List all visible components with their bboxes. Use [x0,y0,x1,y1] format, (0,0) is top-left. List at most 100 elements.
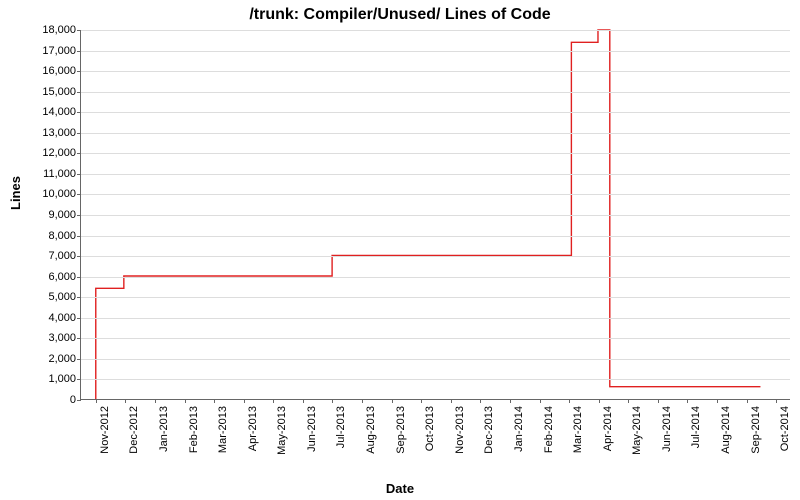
x-tick-mark [480,399,481,403]
x-tick-label: Jan-2014 [513,406,525,452]
x-tick-label: May-2013 [276,406,288,455]
y-gridline [81,112,790,113]
y-tick-mark [77,318,81,319]
y-gridline [81,338,790,339]
x-tick-mark [687,399,688,403]
x-tick-label: Jun-2014 [661,406,673,452]
x-tick-label: Feb-2013 [188,406,200,453]
y-tick-label: 1,000 [26,373,76,385]
x-tick-mark [451,399,452,403]
y-tick-label: 0 [26,394,76,406]
x-tick-label: Mar-2013 [217,406,229,453]
y-gridline [81,51,790,52]
x-tick-mark [273,399,274,403]
y-gridline [81,318,790,319]
y-tick-mark [77,400,81,401]
y-tick-mark [77,297,81,298]
x-tick-label: Jun-2013 [306,406,318,452]
y-tick-label: 17,000 [26,45,76,57]
y-tick-mark [77,153,81,154]
y-tick-mark [77,277,81,278]
y-gridline [81,359,790,360]
y-tick-mark [77,256,81,257]
x-tick-label: Dec-2013 [483,406,495,454]
x-tick-label: Jul-2013 [335,406,347,448]
y-tick-label: 13,000 [26,127,76,139]
y-tick-label: 6,000 [26,271,76,283]
x-tick-mark [569,399,570,403]
x-tick-mark [303,399,304,403]
y-gridline [81,297,790,298]
y-tick-mark [77,92,81,93]
y-tick-mark [77,194,81,195]
x-tick-mark [421,399,422,403]
y-tick-mark [77,51,81,52]
x-tick-mark [155,399,156,403]
x-tick-mark [214,399,215,403]
y-tick-mark [77,359,81,360]
x-axis-label: Date [0,481,800,496]
y-tick-label: 11,000 [26,168,76,180]
y-tick-label: 12,000 [26,147,76,159]
y-tick-mark [77,174,81,175]
y-gridline [81,153,790,154]
y-gridline [81,71,790,72]
plot-area [80,30,790,400]
x-tick-label: Aug-2014 [720,406,732,454]
x-tick-label: Aug-2013 [365,406,377,454]
y-tick-label: 5,000 [26,291,76,303]
x-tick-label: Sep-2013 [395,406,407,454]
x-tick-label: Apr-2014 [602,406,614,451]
y-tick-label: 14,000 [26,106,76,118]
y-gridline [81,236,790,237]
y-tick-mark [77,30,81,31]
x-tick-mark [392,399,393,403]
y-tick-label: 16,000 [26,65,76,77]
x-tick-mark [717,399,718,403]
y-tick-label: 7,000 [26,250,76,262]
x-tick-label: Apr-2013 [247,406,259,451]
x-tick-label: Feb-2014 [543,406,555,453]
y-gridline [81,30,790,31]
x-tick-label: Dec-2012 [128,406,140,454]
x-tick-mark [776,399,777,403]
y-tick-label: 10,000 [26,188,76,200]
x-tick-mark [125,399,126,403]
x-tick-label: May-2014 [631,406,643,455]
x-tick-label: Nov-2013 [454,406,466,454]
x-tick-mark [332,399,333,403]
y-gridline [81,215,790,216]
x-tick-label: Nov-2012 [99,406,111,454]
y-axis-label: Lines [8,176,23,210]
y-tick-mark [77,215,81,216]
x-tick-label: Sep-2014 [750,406,762,454]
x-tick-label: Mar-2014 [572,406,584,453]
y-gridline [81,277,790,278]
y-tick-mark [77,133,81,134]
y-tick-label: 18,000 [26,24,76,36]
x-tick-mark [599,399,600,403]
x-tick-label: Jul-2014 [690,406,702,448]
y-gridline [81,256,790,257]
y-gridline [81,379,790,380]
x-tick-mark [658,399,659,403]
x-tick-mark [540,399,541,403]
y-tick-label: 8,000 [26,230,76,242]
y-tick-label: 2,000 [26,353,76,365]
y-tick-mark [77,71,81,72]
y-tick-mark [77,338,81,339]
y-tick-mark [77,236,81,237]
chart-container: /trunk: Compiler/Unused/ Lines of Code L… [0,0,800,500]
y-tick-label: 3,000 [26,332,76,344]
x-tick-mark [747,399,748,403]
x-tick-mark [96,399,97,403]
x-tick-mark [362,399,363,403]
x-tick-mark [510,399,511,403]
x-tick-mark [628,399,629,403]
y-tick-mark [77,112,81,113]
y-tick-label: 9,000 [26,209,76,221]
y-gridline [81,194,790,195]
y-gridline [81,92,790,93]
chart-title: /trunk: Compiler/Unused/ Lines of Code [0,6,800,24]
y-tick-label: 4,000 [26,312,76,324]
